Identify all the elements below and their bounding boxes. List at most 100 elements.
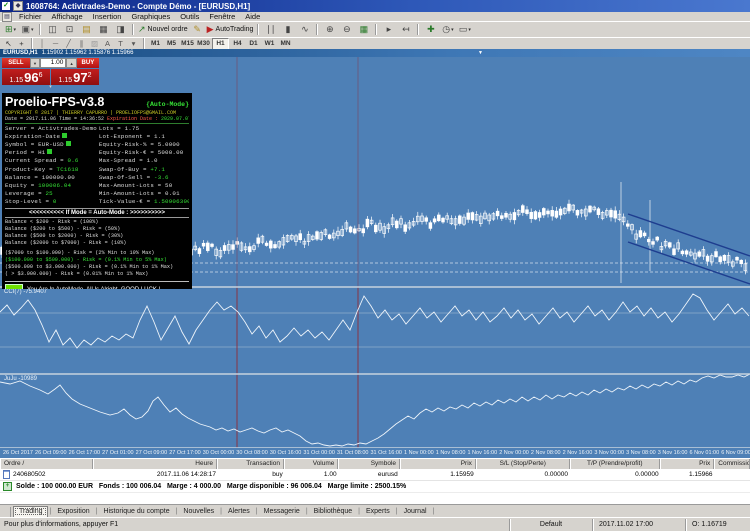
market-watch-button[interactable]: ◫: [44, 23, 61, 36]
chevron-down-icon[interactable]: ▼: [478, 50, 483, 56]
vertical-line-button[interactable]: │: [36, 39, 49, 49]
menu-insertion[interactable]: Insertion: [88, 12, 127, 21]
tab-experts[interactable]: Experts: [361, 507, 395, 517]
menu-fenêtre[interactable]: Fenêtre: [204, 12, 240, 21]
ea-stat-line: Max-Spread = 1.0: [99, 157, 189, 165]
time-axis-label: 27 Oct 01:00: [102, 450, 134, 456]
autotrading-button[interactable]: ▶AutoTrading: [206, 23, 255, 36]
volume-input[interactable]: 1.00: [40, 58, 66, 68]
menu-fichier[interactable]: Fichier: [14, 12, 47, 21]
column-header-6[interactable]: S/L (Stop/Perte): [476, 459, 570, 469]
zoom-in-button[interactable]: ⊕: [321, 23, 338, 36]
tab-journal[interactable]: Journal: [399, 507, 432, 517]
tab-biblioth-que[interactable]: Bibliothèque: [309, 507, 358, 517]
trendline-button[interactable]: ╱: [62, 39, 75, 49]
column-header-8[interactable]: Prix: [660, 459, 714, 469]
candlestick-chart-button[interactable]: ▮: [279, 23, 296, 36]
tab-messagerie[interactable]: Messagerie: [259, 507, 305, 517]
column-header-1[interactable]: Heure: [93, 459, 217, 469]
ea-stat-line: Server = Activtrades-Demo: [5, 125, 99, 133]
ea-info-panel: Proelio-FPS-v3.8 {Auto-Mode} COPYRIGHT ©…: [2, 93, 192, 289]
crosshair-button[interactable]: +: [15, 39, 28, 49]
column-header-5[interactable]: Prix: [400, 459, 476, 469]
time-axis-label: 31 Oct 08:00: [337, 450, 369, 456]
buy-price-big: 97: [73, 72, 87, 84]
time-axis-label: 1 Nov 16:00: [467, 450, 497, 456]
timeframe-mn[interactable]: MN: [278, 39, 293, 49]
data-window-button[interactable]: ⊡: [61, 23, 78, 36]
cci-indicator-label: CCI(7) -75.9407: [4, 289, 47, 295]
account-balance-row: + Solde : 100 000.00 EUR Fonds : 100 006…: [0, 480, 750, 492]
volume-decrease-button[interactable]: ▼: [30, 58, 40, 68]
periods-button[interactable]: ◷▾: [439, 23, 456, 36]
tab-exposition[interactable]: Exposition: [52, 507, 94, 517]
timeframe-h4[interactable]: H4: [230, 39, 245, 49]
timeframe-d1[interactable]: D1: [246, 39, 261, 49]
timeframe-h1[interactable]: H1: [212, 38, 229, 50]
line-chart-button[interactable]: ∿: [296, 23, 313, 36]
chart-area[interactable]: CCI(7) -75.9407 JuJu -10989 26 Oct 2017 2…: [0, 57, 750, 458]
menu-aide[interactable]: Aide: [240, 12, 265, 21]
buy-button[interactable]: BUY: [77, 58, 99, 68]
cursor-button[interactable]: ↖: [2, 39, 15, 49]
text-label-button[interactable]: T: [114, 39, 127, 49]
timeframe-m15[interactable]: M15: [180, 39, 195, 49]
auto-scroll-button[interactable]: ▸: [380, 23, 397, 36]
timeframe-w1[interactable]: W1: [262, 39, 277, 49]
timeframe-m30[interactable]: M30: [196, 39, 211, 49]
terminal-button[interactable]: ▦: [95, 23, 112, 36]
column-header-9[interactable]: Commission: [714, 459, 750, 469]
sell-price[interactable]: 1.15 96 6: [2, 69, 50, 85]
tab-trading[interactable]: Trading: [13, 506, 48, 517]
ea-stat-line: Min-Amount-Lots = 0.01: [99, 190, 189, 198]
mdi-child-icon[interactable]: ▤: [2, 12, 12, 22]
sell-button[interactable]: SELL: [2, 58, 30, 68]
new-chart-button[interactable]: ⊞▾: [2, 23, 19, 36]
strategy-tester-button[interactable]: ◨: [112, 23, 129, 36]
column-header-3[interactable]: Volume: [284, 459, 338, 469]
ea-stat-line: Swap-Of-Buy = +7.1: [99, 166, 189, 174]
column-header-2[interactable]: Transaction: [217, 459, 284, 469]
oscillator-indicator-label: JuJu -10989: [4, 376, 37, 382]
fibonacci-button[interactable]: ▨: [88, 39, 101, 49]
timeframe-m5[interactable]: M5: [164, 39, 179, 49]
tile-windows-button[interactable]: ▦: [355, 23, 372, 36]
buy-price-sup: 2: [88, 72, 92, 79]
menu-outils[interactable]: Outils: [175, 12, 204, 21]
menu-affichage[interactable]: Affichage: [47, 12, 88, 21]
chart-shift-button[interactable]: ↤: [397, 23, 414, 36]
equidistant-channel-button[interactable]: ∥: [75, 39, 88, 49]
menu-graphiques[interactable]: Graphiques: [126, 12, 175, 21]
strategy-tester-icon: ◨: [116, 24, 125, 35]
buy-price[interactable]: 1.15 97 2: [51, 69, 99, 85]
column-header-4[interactable]: Symbole: [338, 459, 400, 469]
column-header-7[interactable]: T/P (Prendre/profit): [570, 459, 660, 469]
templates-button[interactable]: ▭▾: [456, 23, 473, 36]
navigator-button[interactable]: ▤: [78, 23, 95, 36]
terminal-tabs: Trading|Exposition|Historique du compte|…: [0, 504, 750, 517]
arrows-button[interactable]: ▾: [127, 39, 140, 49]
status-profile[interactable]: Default: [509, 519, 592, 531]
timeframe-m1[interactable]: M1: [148, 39, 163, 49]
widget-collapse-handle[interactable]: ▾: [2, 85, 99, 90]
tab-historique-du-compte[interactable]: Historique du compte: [98, 507, 174, 517]
column-header-0[interactable]: Ordre /: [0, 459, 93, 469]
new-order-button[interactable]: ↗Nouvel ordre: [137, 23, 189, 36]
text-button[interactable]: A: [101, 39, 114, 49]
volume-increase-button[interactable]: ▲: [66, 58, 76, 68]
tab-nouvelles[interactable]: Nouvelles: [178, 507, 219, 517]
time-axis-label: 26 Oct 2017: [3, 450, 33, 456]
tab-alertes[interactable]: Alertes: [223, 507, 255, 517]
status-candle-time: 2017.11.02 17:00: [592, 519, 685, 531]
horizontal-line-button[interactable]: ─: [49, 39, 62, 49]
bar-chart-button[interactable]: ∣∣: [262, 23, 279, 36]
metaeditor-button[interactable]: ✎: [189, 23, 206, 36]
symbol-period-label: EURUSD,H1: [3, 50, 38, 56]
balance-plus-icon[interactable]: +: [3, 482, 12, 491]
ea-stat-line: Period = H1: [5, 149, 99, 157]
zoom-out-button[interactable]: ⊖: [338, 23, 355, 36]
open-order-row[interactable]: 2406805022017.11.06 14:28:17buy1.00eurus…: [0, 469, 750, 480]
profiles-button[interactable]: ▣▾: [19, 23, 36, 36]
indicators-button[interactable]: ✚: [422, 23, 439, 36]
order-cell-3: 1.00: [286, 471, 340, 478]
